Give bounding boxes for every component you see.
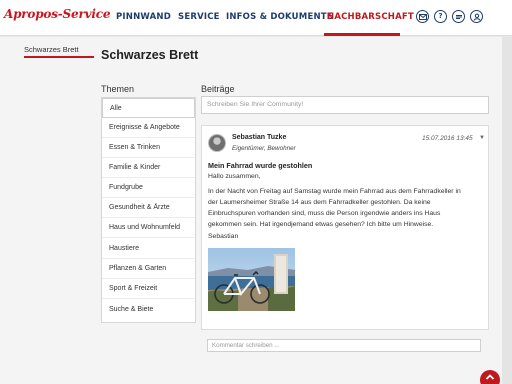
topic-alle[interactable]: Alle [102,98,195,118]
topic-gesundheit-aerzte[interactable]: Gesundheit & Ärzte [102,198,195,218]
breadcrumb[interactable]: Schwarzes Brett [24,45,79,54]
chat-icon[interactable] [452,10,465,23]
mail-icon[interactable] [416,10,429,23]
post-timestamp: 15.07.2016 13:45 [422,135,473,142]
post-greeting: Hallo zusammen, [208,173,261,180]
active-nav-indicator [324,33,400,36]
topic-sport-freizeit[interactable]: Sport & Freizeit [102,279,195,299]
help-icon[interactable]: ? [434,10,447,23]
scrollbar[interactable] [502,37,512,384]
post-signature: Sebastian [208,233,239,240]
post-author[interactable]: Sebastian Tuzke [232,134,286,141]
topic-haus-wohnumfeld[interactable]: Haus und Wohnumfeld [102,218,195,238]
post-card: Sebastian Tuzke Eigentümer, Bewohner 15.… [201,125,489,330]
avatar[interactable] [208,134,226,152]
page-title: Schwarzes Brett [101,48,199,62]
post-author-role: Eigentümer, Bewohner [232,145,296,152]
topic-fundgrube[interactable]: Fundgrube [102,178,195,198]
nav-infos-dokumente[interactable]: INFOS & DOKUMENTE [226,12,333,22]
posts-heading: Beiträge [201,84,235,94]
topic-list: Alle Ereignisse & Angebote Essen & Trink… [101,97,196,323]
topic-essen-trinken[interactable]: Essen & Trinken [102,138,195,158]
nav-nachbarschaft[interactable]: NACHBARSCHAFT [327,12,414,22]
scroll-to-top-button[interactable] [480,370,500,384]
topic-pflanzen-garten[interactable]: Pflanzen & Garten [102,259,195,279]
nav-pinnwand[interactable]: PINNWAND [116,12,171,22]
new-post-input[interactable]: Schreiben Sie Ihrer Community! [201,96,489,114]
top-navigation-bar: Apropos-Service PINNWAND SERVICE INFOS &… [0,0,512,36]
post-photo-bicycle[interactable] [208,248,295,311]
post-body-line: gekommen sein. Hat irgendjemand etwas ge… [208,221,434,228]
post-body-line: Einbruchspuren vorhanden sind, muss die … [208,210,441,217]
comment-input[interactable]: Kommentar schreiben ... [207,339,481,352]
breadcrumb-underline [24,56,94,58]
topic-suche-biete[interactable]: Suche & Biete [102,300,195,320]
topic-ereignisse-angebote[interactable]: Ereignisse & Angebote [102,118,195,138]
post-title: Mein Fahrrad wurde gestohlen [208,161,313,170]
post-body-line: der Laumersheimer Straße 14 aus dem Fahr… [208,199,431,206]
user-icon[interactable] [470,10,483,23]
nav-service[interactable]: SERVICE [178,12,220,22]
app-logo[interactable]: Apropos-Service [4,7,110,21]
topic-haustiere[interactable]: Haustiere [102,239,195,259]
post-menu-chevron-down-icon[interactable]: ▼ [479,135,485,141]
post-body-line: In der Nacht von Freitag auf Samstag wur… [208,188,461,195]
topics-heading: Themen [101,84,135,94]
topic-familie-kinder[interactable]: Familie & Kinder [102,158,195,178]
